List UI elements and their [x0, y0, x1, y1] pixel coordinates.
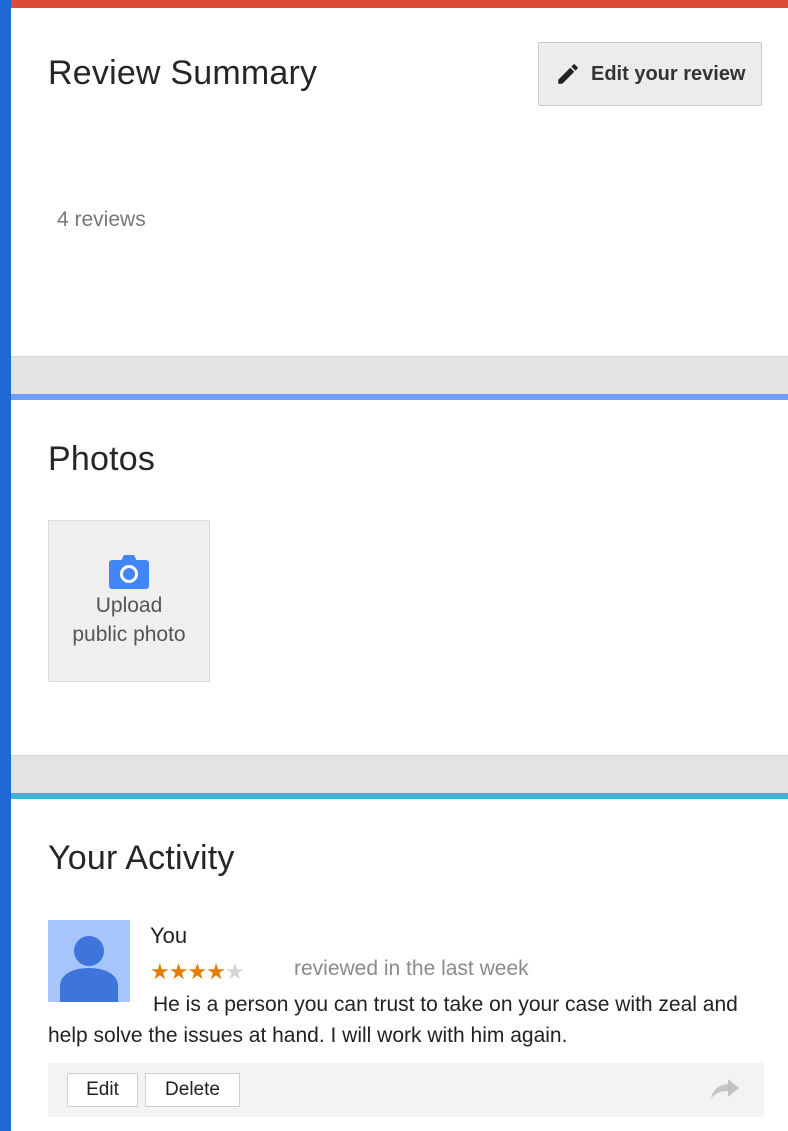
upload-label-line2: public photo [72, 623, 186, 646]
review-time: reviewed in the last week [294, 957, 529, 980]
review-author[interactable]: You [150, 923, 187, 949]
share-icon[interactable] [710, 1077, 740, 1106]
star-filled-icon: ★ [206, 959, 226, 984]
edit-review-button[interactable]: Edit your review [538, 42, 762, 106]
review-summary-accent-bar [11, 0, 788, 8]
activity-title: Your Activity [48, 839, 235, 877]
star-filled-icon: ★ [168, 959, 189, 984]
pencil-icon [555, 61, 581, 87]
review-summary-card: Review Summary Edit your review 4 review… [11, 0, 788, 357]
photos-title: Photos [48, 440, 156, 478]
activity-card: Your Activity You ★★★★★ reviewed in the … [11, 793, 788, 1131]
camera-icon [49, 553, 209, 591]
upload-label-line1: Upload [95, 594, 163, 617]
star-empty-icon: ★ [224, 959, 245, 984]
star-filled-icon: ★ [150, 959, 170, 984]
star-filled-icon: ★ [187, 959, 207, 984]
reviews-count[interactable]: 4 reviews [57, 208, 146, 232]
photos-accent-bar [11, 394, 788, 400]
page: Review Summary Edit your review 4 review… [11, 0, 788, 1131]
activity-accent-bar [11, 793, 788, 799]
edit-review-label: Edit your review [591, 62, 746, 85]
star-rating: ★★★★★ [150, 959, 245, 985]
review-action-bar: Edit Delete [48, 1063, 764, 1117]
edit-button[interactable]: Edit [67, 1073, 138, 1107]
upload-photo-button[interactable]: Upload public photo [48, 520, 210, 682]
delete-button[interactable]: Delete [145, 1073, 240, 1107]
review-summary-title: Review Summary [48, 54, 318, 92]
review-text: He is a person you can trust to take on … [48, 993, 738, 1047]
photos-card: Photos Upload public photo [11, 394, 788, 756]
